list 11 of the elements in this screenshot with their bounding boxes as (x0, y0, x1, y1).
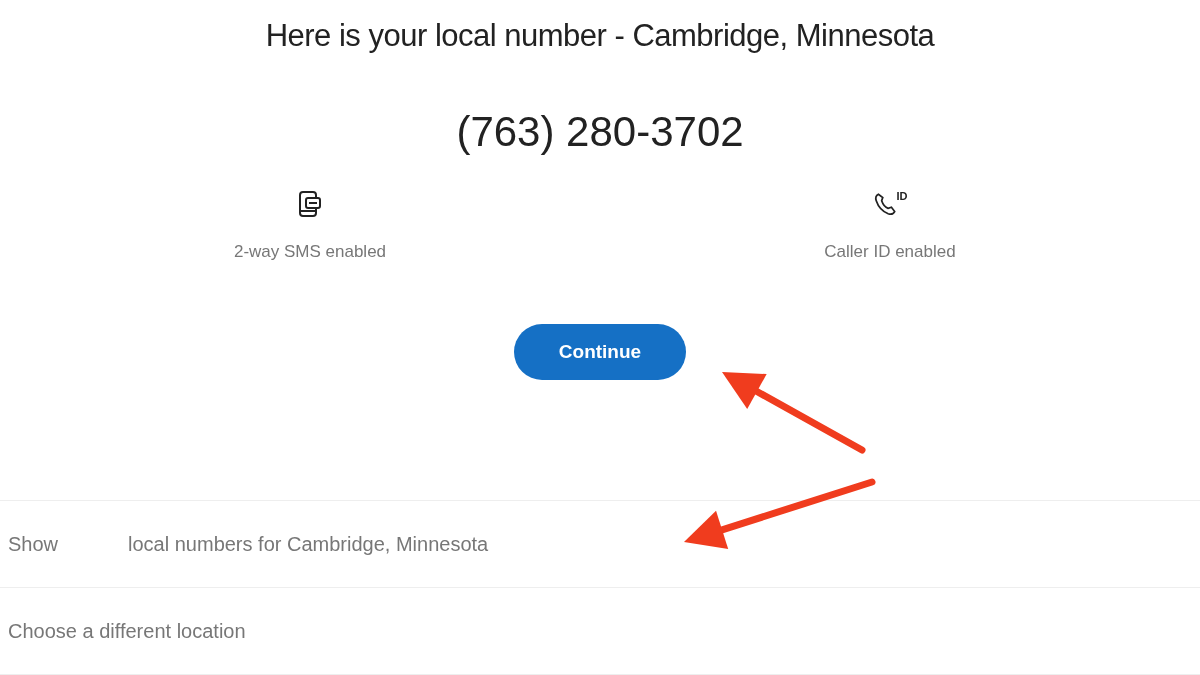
phone-message-icon (298, 190, 322, 218)
option-link[interactable]: Show (8, 532, 59, 556)
phone-icon (872, 190, 899, 218)
feature-label: 2-way SMS enabled (233, 242, 387, 262)
continue-button[interactable]: Continue (514, 324, 686, 380)
option-link[interactable]: Choose a different location (8, 619, 246, 643)
phone-number: (763) 280-3702 (456, 108, 744, 156)
heading: Here is your local number - Cambridge, Minnesota (265, 18, 935, 54)
option-link[interactable]: local numbers for Cambridge, Minnesota (128, 532, 489, 556)
id-label: ID (896, 190, 908, 202)
feature-label: Caller ID enabled (824, 242, 956, 262)
